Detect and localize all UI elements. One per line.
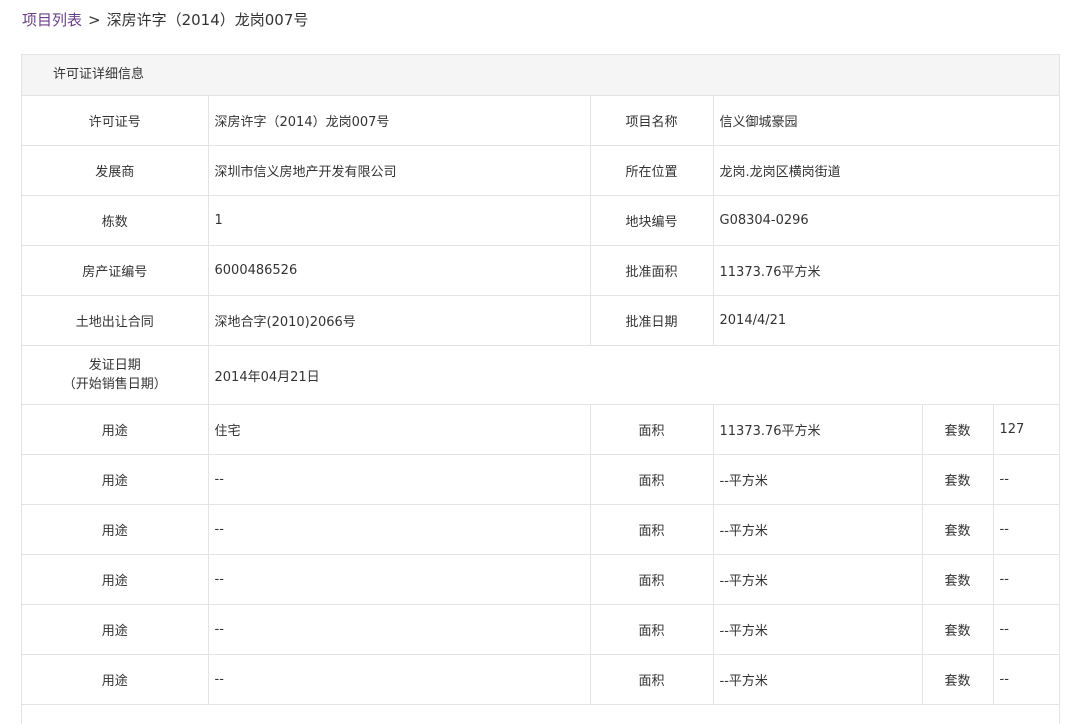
- area-value: --平方米: [713, 554, 923, 605]
- developer-label: 发展商: [22, 145, 209, 196]
- project-name-value: 信义御城豪园: [713, 96, 1059, 146]
- use-value: 住宅: [208, 404, 591, 455]
- area-value: --平方米: [713, 454, 923, 505]
- breadcrumb: 项目列表 > 深房许字（2014）龙岗007号: [22, 10, 308, 30]
- units-label: 套数: [922, 504, 994, 555]
- units-value: --: [993, 604, 1059, 655]
- area-label: 面积: [590, 604, 714, 655]
- property-cert-value: 6000486526: [208, 245, 591, 296]
- permit-no-value: 深房许字（2014）龙岗007号: [208, 96, 591, 146]
- usage-row: 用途 -- 面积 --平方米 套数 --: [22, 454, 1059, 505]
- use-label: 用途: [22, 504, 209, 555]
- use-label: 用途: [22, 554, 209, 605]
- usage-row: 用途 -- 面积 --平方米 套数 --: [22, 604, 1059, 655]
- units-value: --: [993, 554, 1059, 605]
- breadcrumb-project-list-link[interactable]: 项目列表: [22, 11, 82, 29]
- row-issue-date: 发证日期 （开始销售日期） 2014年04月21日: [22, 345, 1059, 405]
- approval-date-value: 2014/4/21: [713, 295, 1059, 346]
- row-buildings: 栋数 1 地块编号 G08304-0296: [22, 195, 1059, 246]
- breadcrumb-separator: >: [88, 11, 101, 29]
- buildings-label: 栋数: [22, 195, 209, 246]
- row-developer: 发展商 深圳市信义房地产开发有限公司 所在位置 龙岗.龙岗区横岗街道: [22, 145, 1059, 196]
- units-value: 127: [993, 404, 1059, 455]
- use-value: --: [208, 654, 591, 705]
- issue-date-value: 2014年04月21日: [208, 345, 1059, 405]
- units-label: 套数: [922, 454, 994, 505]
- units-label: 套数: [922, 404, 994, 455]
- issue-date-label-line2: （开始销售日期）: [62, 377, 167, 392]
- area-label: 面积: [590, 504, 714, 555]
- units-value: --: [993, 504, 1059, 555]
- area-label: 面积: [590, 654, 714, 705]
- usage-row: 用途 住宅 面积 11373.76平方米 套数 127: [22, 404, 1059, 455]
- area-value: --平方米: [713, 504, 923, 555]
- approved-area-value: 11373.76平方米: [713, 245, 1059, 296]
- property-cert-label: 房产证编号: [22, 245, 209, 296]
- developer-value: 深圳市信义房地产开发有限公司: [208, 145, 591, 196]
- use-label: 用途: [22, 604, 209, 655]
- use-value: --: [208, 504, 591, 555]
- area-label: 面积: [590, 554, 714, 605]
- land-contract-value: 深地合字(2010)2066号: [208, 295, 591, 346]
- use-value: --: [208, 604, 591, 655]
- usage-row: 用途 -- 面积 --平方米 套数 --: [22, 504, 1059, 555]
- breadcrumb-current: 深房许字（2014）龙岗007号: [106, 11, 309, 29]
- buildings-value: 1: [208, 195, 591, 246]
- area-value: 11373.76平方米: [713, 404, 923, 455]
- area-label: 面积: [590, 404, 714, 455]
- permit-detail-panel: 许可证详细信息 许可证号 深房许字（2014）龙岗007号 项目名称 信义御城豪…: [21, 54, 1060, 724]
- panel-title: 许可证详细信息: [22, 55, 1059, 96]
- row-property-cert: 房产证编号 6000486526 批准面积 11373.76平方米: [22, 245, 1059, 296]
- approved-area-label: 批准面积: [590, 245, 714, 296]
- units-label: 套数: [922, 554, 994, 605]
- units-value: --: [993, 654, 1059, 705]
- usage-row: 用途 -- 面积 --平方米 套数 --: [22, 654, 1059, 705]
- use-label: 用途: [22, 654, 209, 705]
- area-value: --平方米: [713, 654, 923, 705]
- plot-no-value: G08304-0296: [713, 195, 1059, 246]
- issue-date-label-line1: 发证日期: [88, 358, 141, 373]
- location-value: 龙岗.龙岗区横岗街道: [713, 145, 1059, 196]
- approval-date-label: 批准日期: [590, 295, 714, 346]
- use-label: 用途: [22, 404, 209, 455]
- area-label: 面积: [590, 454, 714, 505]
- issue-date-label: 发证日期 （开始销售日期）: [22, 345, 209, 405]
- units-label: 套数: [922, 654, 994, 705]
- project-name-label: 项目名称: [590, 96, 714, 146]
- plot-no-label: 地块编号: [590, 195, 714, 246]
- use-label: 用途: [22, 454, 209, 505]
- use-value: --: [208, 554, 591, 605]
- area-value: --平方米: [713, 604, 923, 655]
- row-land-contract: 土地出让合同 深地合字(2010)2066号 批准日期 2014/4/21: [22, 295, 1059, 346]
- land-contract-label: 土地出让合同: [22, 295, 209, 346]
- units-label: 套数: [922, 604, 994, 655]
- row-permit: 许可证号 深房许字（2014）龙岗007号 项目名称 信义御城豪园: [22, 96, 1059, 146]
- permit-detail-table: 许可证号 深房许字（2014）龙岗007号 项目名称 信义御城豪园 发展商 深圳…: [22, 96, 1059, 705]
- location-label: 所在位置: [590, 145, 714, 196]
- permit-no-label: 许可证号: [22, 96, 209, 146]
- units-value: --: [993, 454, 1059, 505]
- usage-row: 用途 -- 面积 --平方米 套数 --: [22, 554, 1059, 605]
- use-value: --: [208, 454, 591, 505]
